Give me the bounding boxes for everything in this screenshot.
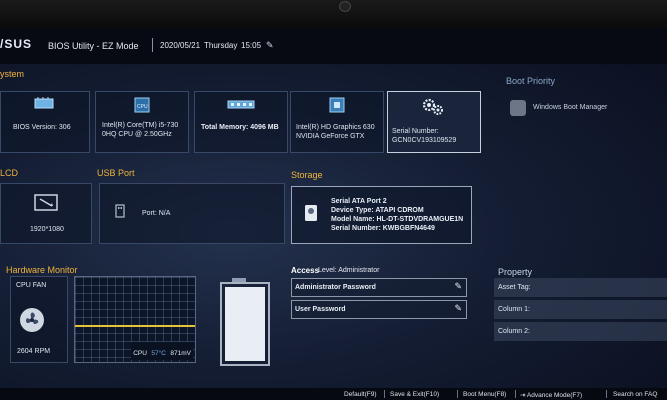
admin-password-label: Administrator Password	[295, 284, 376, 291]
cpu-icon: CPU	[134, 97, 150, 113]
date-display: 2020/05/21	[160, 41, 201, 50]
footer-divider	[384, 390, 385, 398]
asset-tag-label: Asset Tag:	[498, 284, 531, 291]
page-title: BIOS Utility - EZ Mode	[48, 41, 139, 51]
chip-icon	[34, 97, 54, 109]
asset-tag-row[interactable]: Asset Tag:	[494, 278, 667, 297]
advance-mode-icon: ⇥	[520, 392, 526, 399]
monitor-icon	[34, 194, 58, 211]
usb-icon	[115, 204, 125, 218]
access-level: Level: Administrator	[318, 267, 380, 274]
lcd-resolution: 1920*1080	[30, 226, 64, 233]
column1-row[interactable]: Column 1:	[494, 300, 667, 319]
cpu-temperature: 57°C	[151, 350, 166, 357]
time-display: 15:05	[241, 41, 262, 50]
bios-screen: /SUS BIOS Utility - EZ Mode 2020/05/21 T…	[0, 28, 667, 400]
battery-icon	[220, 282, 270, 366]
column2-row[interactable]: Column 2:	[494, 322, 667, 341]
search-faq-button[interactable]: Search on FAQ	[613, 391, 657, 398]
disk-drive-icon	[305, 205, 317, 221]
edit-user-password-icon[interactable]: ✎	[454, 303, 462, 314]
gpu-icon	[329, 97, 345, 113]
total-memory: Total Memory: 4096 MB	[201, 124, 279, 131]
gpu-name-line1: Intel(R) HD Graphics 630	[296, 124, 375, 131]
footer-divider	[515, 390, 516, 398]
user-password-row[interactable]: User Password ✎	[291, 300, 467, 319]
storage-serial-number: Serial Number: KWBGBFN4649	[331, 225, 435, 232]
admin-password-row[interactable]: Administrator Password ✎	[291, 278, 467, 297]
brand-logo: /SUS	[0, 37, 33, 51]
system-section-title: ystem	[0, 69, 25, 79]
cpu-card: CPU Intel(R) Core(TM) i5-730 0HQ CPU @ 2…	[95, 91, 189, 153]
cpu-fan-rpm: 2604 RPM	[17, 348, 51, 355]
boot-menu-button[interactable]: Boot Menu(F8)	[463, 391, 506, 398]
serial-number-label: Serial Number:	[392, 128, 439, 135]
gear-icon	[422, 98, 443, 115]
serial-number-card[interactable]: Serial Number: GCN0CV193109529	[387, 91, 481, 153]
storage-card: Serial ATA Port 2 Device Type: ATAPI CDR…	[291, 186, 472, 244]
default-button[interactable]: Default(F9)	[344, 391, 377, 398]
cpu-readout-label: CPU	[133, 350, 147, 357]
svg-text:CPU: CPU	[137, 104, 148, 110]
graphics-card: Intel(R) HD Graphics 630 NVIDIA GeForce …	[290, 91, 384, 153]
access-section-title: Access	[291, 266, 320, 275]
ram-icon	[227, 100, 255, 109]
advance-mode-label: Advance Mode(F7)	[526, 392, 583, 399]
divider	[152, 38, 153, 52]
fan-icon	[20, 308, 44, 332]
cpu-name-line2: 0HQ CPU @ 2.50GHz	[102, 131, 172, 138]
column2-label: Column 2:	[498, 328, 530, 335]
lcd-card: 1920*1080	[0, 183, 92, 244]
usb-card: Port: N/A	[99, 183, 285, 244]
gpu-name-line2: NVIDIA GeForce GTX	[296, 133, 365, 140]
serial-number-value: GCN0CV193109529	[392, 137, 457, 144]
usb-port-status: Port: N/A	[142, 210, 171, 217]
advance-mode-button[interactable]: ⇥ Advance Mode(F7)	[520, 391, 582, 399]
boot-priority-title: Boot Priority	[506, 76, 556, 86]
webcam-icon	[339, 1, 351, 12]
laptop-bezel	[0, 0, 667, 28]
cpu-name-line1: Intel(R) Core(TM) i5-730	[102, 122, 179, 129]
boot-item-windows[interactable]: Windows Boot Manager	[533, 103, 607, 112]
footer-divider	[457, 390, 458, 398]
column1-label: Column 1:	[498, 306, 530, 313]
hardware-monitor-graph: CPU 57°C 871mV	[74, 276, 196, 363]
graph-line	[75, 325, 195, 327]
edit-datetime-icon[interactable]: ✎	[266, 40, 274, 51]
battery-fill	[225, 287, 265, 361]
edit-admin-password-icon[interactable]: ✎	[454, 281, 462, 292]
weekday-display: Thursday	[204, 41, 238, 50]
hardware-monitor-title: Hardware Monitor	[6, 265, 78, 275]
cpu-fan-card: CPU FAN 2604 RPM	[10, 276, 68, 363]
bios-version: BIOS Version: 306	[13, 124, 71, 131]
top-bar: /SUS BIOS Utility - EZ Mode 2020/05/21 T…	[0, 28, 667, 64]
cpu-readout: CPU 57°C 871mV	[131, 342, 193, 360]
bios-card: BIOS Version: 306	[0, 91, 90, 153]
cpu-voltage: 871mV	[170, 350, 191, 357]
storage-port: Serial ATA Port 2	[331, 198, 387, 205]
usb-section-title: USB Port	[97, 168, 135, 178]
user-password-label: User Password	[295, 306, 346, 313]
storage-section-title: Storage	[291, 170, 323, 180]
footer-divider	[606, 390, 607, 398]
property-section-title: Property	[498, 267, 533, 277]
windows-boot-icon	[510, 100, 526, 116]
lcd-section-title: LCD	[0, 168, 19, 178]
storage-model-name: Model Name: HL-DT-STDVDRAMGUE1N	[331, 216, 464, 223]
cpu-fan-label: CPU FAN	[16, 282, 47, 289]
storage-device-type: Device Type: ATAPI CDROM	[331, 207, 424, 214]
memory-card: Total Memory: 4096 MB	[194, 91, 288, 153]
save-exit-button[interactable]: Save & Exit(F10)	[390, 391, 439, 398]
